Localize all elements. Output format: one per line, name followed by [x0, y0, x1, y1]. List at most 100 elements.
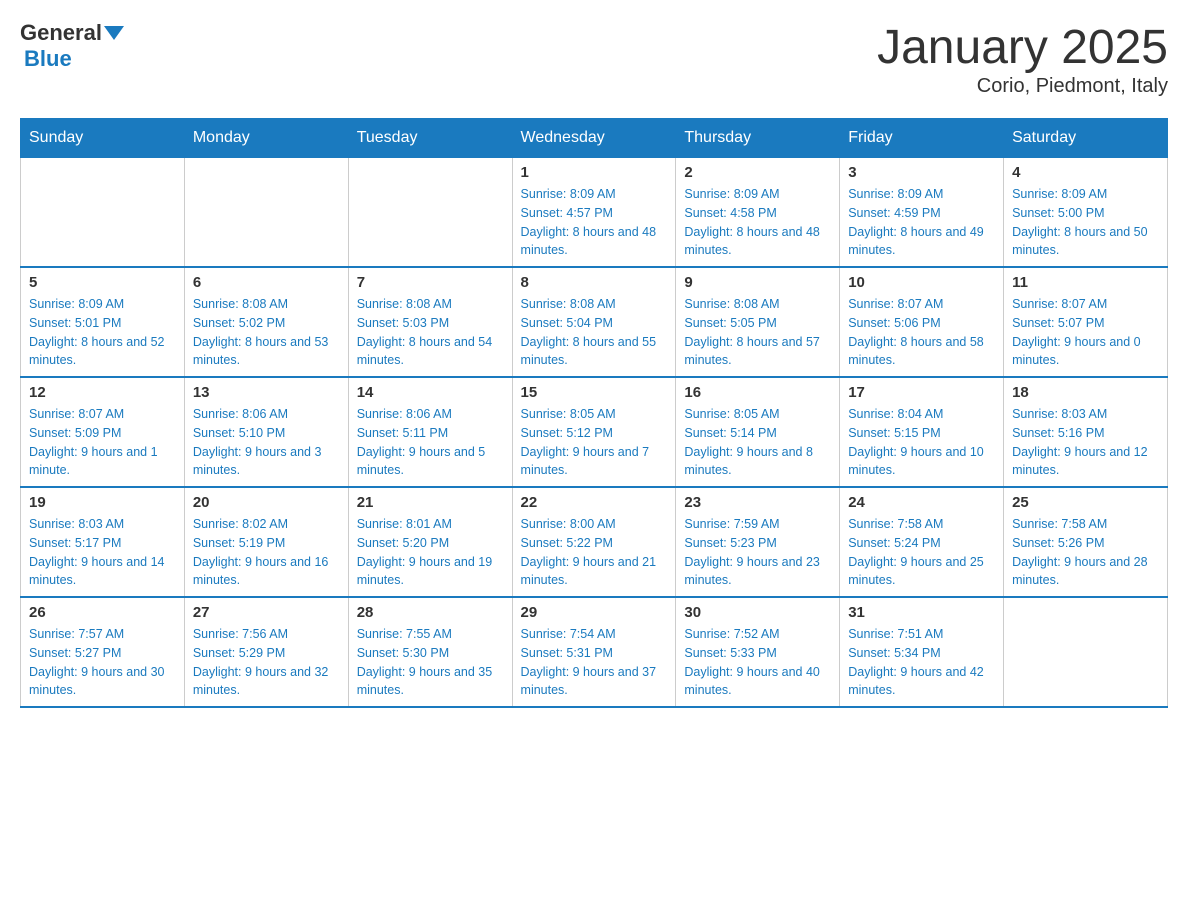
sun-info: Sunrise: 8:02 AMSunset: 5:19 PMDaylight:… — [193, 515, 340, 590]
day-number: 4 — [1012, 164, 1159, 181]
calendar-cell: 24Sunrise: 7:58 AMSunset: 5:24 PMDayligh… — [840, 487, 1004, 597]
calendar-cell: 1Sunrise: 8:09 AMSunset: 4:57 PMDaylight… — [512, 158, 676, 268]
calendar-cell: 13 Sunrise: 8:06 AMSunset: 5:10 PMDayligh… — [184, 377, 348, 487]
sun-info: Sunrise: 8:09 AMSunset: 5:01 PMDaylight:… — [29, 295, 176, 370]
day-number: 13 — [193, 384, 340, 401]
day-number: 30 — [684, 604, 831, 621]
day-header-monday: Monday — [184, 119, 348, 158]
sun-info: Sunrise: 8:08 AMSunset: 5:05 PMDaylight:… — [684, 295, 831, 370]
day-number: 18 — [1012, 384, 1159, 401]
calendar-cell: 26 Sunrise: 7:57 AMSunset: 5:27 PMDayligh… — [21, 597, 185, 707]
calendar-body: 1Sunrise: 8:09 AMSunset: 4:57 PMDaylight… — [21, 158, 1168, 708]
day-number: 25 — [1012, 494, 1159, 511]
sun-info: Sunrise: 8:04 AMSunset: 5:15 PMDaylight:… — [848, 405, 995, 480]
day-number: 3 — [848, 164, 995, 181]
sun-info: Sunrise: 8:05 AMSunset: 5:14 PMDaylight:… — [684, 405, 831, 480]
sun-info: Sunrise: 8:01 AMSunset: 5:20 PMDaylight:… — [357, 515, 504, 590]
logo-general-text: General — [20, 20, 102, 46]
calendar-cell — [1004, 597, 1168, 707]
day-number: 5 — [29, 274, 176, 291]
sun-info: Sunrise: 7:57 AMSunset: 5:27 PMDaylight:… — [29, 625, 176, 700]
day-number: 22 — [521, 494, 668, 511]
calendar-cell: 29Sunrise: 7:54 AMSunset: 5:31 PMDayligh… — [512, 597, 676, 707]
day-number: 2 — [684, 164, 831, 181]
page-header: General Blue January 2025 Corio, Piedmon… — [20, 20, 1168, 98]
sun-info: Sunrise: 8:08 AMSunset: 5:02 PMDaylight:… — [193, 295, 340, 370]
sun-info: Sunrise: 8:09 AMSunset: 4:59 PMDaylight:… — [848, 185, 995, 260]
day-number: 15 — [521, 384, 668, 401]
calendar-week-row: 5 Sunrise: 8:09 AMSunset: 5:01 PMDaylight… — [21, 267, 1168, 377]
calendar-cell: 4 Sunrise: 8:09 AMSunset: 5:00 PMDaylight… — [1004, 158, 1168, 268]
sun-info: Sunrise: 8:03 AMSunset: 5:16 PMDaylight:… — [1012, 405, 1159, 480]
calendar-week-row: 12 Sunrise: 8:07 AMSunset: 5:09 PMDayligh… — [21, 377, 1168, 487]
day-number: 23 — [684, 494, 831, 511]
calendar-cell — [21, 158, 185, 268]
sun-info: Sunrise: 8:07 AMSunset: 5:09 PMDaylight:… — [29, 405, 176, 480]
calendar-cell: 3 Sunrise: 8:09 AMSunset: 4:59 PMDaylight… — [840, 158, 1004, 268]
calendar-cell: 12 Sunrise: 8:07 AMSunset: 5:09 PMDayligh… — [21, 377, 185, 487]
sun-info: Sunrise: 8:03 AMSunset: 5:17 PMDaylight:… — [29, 515, 176, 590]
day-number: 11 — [1012, 274, 1159, 291]
calendar-cell: 9Sunrise: 8:08 AMSunset: 5:05 PMDaylight… — [676, 267, 840, 377]
title-block: January 2025 Corio, Piedmont, Italy — [877, 20, 1168, 98]
sun-info: Sunrise: 7:59 AMSunset: 5:23 PMDaylight:… — [684, 515, 831, 590]
calendar-cell: 21 Sunrise: 8:01 AMSunset: 5:20 PMDayligh… — [348, 487, 512, 597]
sun-info: Sunrise: 8:06 AMSunset: 5:10 PMDaylight:… — [193, 405, 340, 480]
sun-info: Sunrise: 8:07 AMSunset: 5:06 PMDaylight:… — [848, 295, 995, 370]
calendar-cell: 18 Sunrise: 8:03 AMSunset: 5:16 PMDayligh… — [1004, 377, 1168, 487]
day-number: 26 — [29, 604, 176, 621]
day-header-friday: Friday — [840, 119, 1004, 158]
sun-info: Sunrise: 7:55 AMSunset: 5:30 PMDaylight:… — [357, 625, 504, 700]
day-number: 31 — [848, 604, 995, 621]
sun-info: Sunrise: 8:08 AMSunset: 5:03 PMDaylight:… — [357, 295, 504, 370]
sun-info: Sunrise: 7:56 AMSunset: 5:29 PMDaylight:… — [193, 625, 340, 700]
day-number: 27 — [193, 604, 340, 621]
sun-info: Sunrise: 8:07 AMSunset: 5:07 PMDaylight:… — [1012, 295, 1159, 370]
calendar-cell: 6Sunrise: 8:08 AMSunset: 5:02 PMDaylight… — [184, 267, 348, 377]
day-number: 24 — [848, 494, 995, 511]
calendar-table: SundayMondayTuesdayWednesdayThursdayFrid… — [20, 118, 1168, 708]
calendar-cell: 31 Sunrise: 7:51 AMSunset: 5:34 PMDayligh… — [840, 597, 1004, 707]
sun-info: Sunrise: 8:05 AMSunset: 5:12 PMDaylight:… — [521, 405, 668, 480]
calendar-title: January 2025 — [877, 20, 1168, 75]
calendar-cell: 15 Sunrise: 8:05 AMSunset: 5:12 PMDayligh… — [512, 377, 676, 487]
day-number: 12 — [29, 384, 176, 401]
calendar-cell: 19Sunrise: 8:03 AMSunset: 5:17 PMDayligh… — [21, 487, 185, 597]
sun-info: Sunrise: 7:54 AMSunset: 5:31 PMDaylight:… — [521, 625, 668, 700]
day-number: 10 — [848, 274, 995, 291]
calendar-cell — [184, 158, 348, 268]
sun-info: Sunrise: 7:58 AMSunset: 5:26 PMDaylight:… — [1012, 515, 1159, 590]
sun-info: Sunrise: 8:09 AMSunset: 4:57 PMDaylight:… — [521, 185, 668, 260]
day-number: 17 — [848, 384, 995, 401]
calendar-cell: 22 Sunrise: 8:00 AMSunset: 5:22 PMDayligh… — [512, 487, 676, 597]
day-number: 21 — [357, 494, 504, 511]
day-header-saturday: Saturday — [1004, 119, 1168, 158]
calendar-header-row: SundayMondayTuesdayWednesdayThursdayFrid… — [21, 119, 1168, 158]
day-number: 8 — [521, 274, 668, 291]
day-number: 28 — [357, 604, 504, 621]
sun-info: Sunrise: 8:00 AMSunset: 5:22 PMDaylight:… — [521, 515, 668, 590]
calendar-week-row: 1Sunrise: 8:09 AMSunset: 4:57 PMDaylight… — [21, 158, 1168, 268]
logo: General Blue — [20, 20, 124, 72]
sun-info: Sunrise: 8:06 AMSunset: 5:11 PMDaylight:… — [357, 405, 504, 480]
day-header-wednesday: Wednesday — [512, 119, 676, 158]
calendar-cell: 27 Sunrise: 7:56 AMSunset: 5:29 PMDayligh… — [184, 597, 348, 707]
calendar-cell: 11 Sunrise: 8:07 AMSunset: 5:07 PMDayligh… — [1004, 267, 1168, 377]
calendar-subtitle: Corio, Piedmont, Italy — [877, 75, 1168, 98]
day-header-thursday: Thursday — [676, 119, 840, 158]
sun-info: Sunrise: 7:52 AMSunset: 5:33 PMDaylight:… — [684, 625, 831, 700]
calendar-cell: 23 Sunrise: 7:59 AMSunset: 5:23 PMDayligh… — [676, 487, 840, 597]
calendar-cell: 7 Sunrise: 8:08 AMSunset: 5:03 PMDaylight… — [348, 267, 512, 377]
calendar-week-row: 26 Sunrise: 7:57 AMSunset: 5:27 PMDayligh… — [21, 597, 1168, 707]
sun-info: Sunrise: 7:51 AMSunset: 5:34 PMDaylight:… — [848, 625, 995, 700]
calendar-cell: 14Sunrise: 8:06 AMSunset: 5:11 PMDayligh… — [348, 377, 512, 487]
calendar-cell: 30 Sunrise: 7:52 AMSunset: 5:33 PMDayligh… — [676, 597, 840, 707]
calendar-cell — [348, 158, 512, 268]
sun-info: Sunrise: 8:09 AMSunset: 5:00 PMDaylight:… — [1012, 185, 1159, 260]
day-number: 16 — [684, 384, 831, 401]
logo-triangle-icon — [104, 26, 124, 40]
logo-blue-text: Blue — [24, 46, 72, 72]
sun-info: Sunrise: 8:09 AMSunset: 4:58 PMDaylight:… — [684, 185, 831, 260]
calendar-cell: 17 Sunrise: 8:04 AMSunset: 5:15 PMDayligh… — [840, 377, 1004, 487]
day-number: 7 — [357, 274, 504, 291]
